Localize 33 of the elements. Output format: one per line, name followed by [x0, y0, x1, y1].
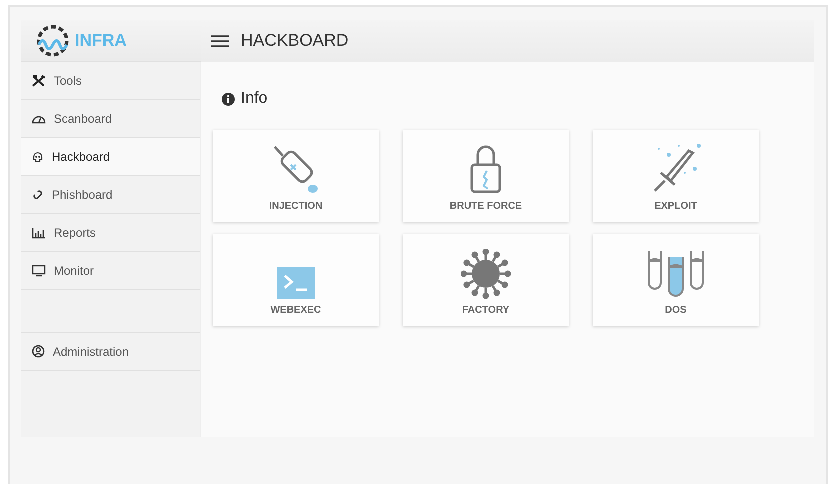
sidebar-item[interactable]: Phishboard	[21, 176, 200, 214]
sidebar-item[interactable]: Tools	[21, 62, 200, 100]
terminal-icon	[277, 267, 315, 299]
info-icon	[222, 92, 235, 106]
tool-card[interactable]: DOS	[593, 234, 759, 326]
skull-icon	[32, 150, 44, 162]
section-title: Info	[241, 90, 268, 108]
padlock-icon	[469, 145, 503, 195]
card-label: INJECTION	[269, 201, 323, 212]
card-label: BRUTE FORCE	[450, 201, 522, 212]
card-label: FACTORY	[462, 305, 510, 316]
page-title: HACKBOARD	[241, 31, 349, 51]
monitor-icon	[32, 264, 46, 276]
logo-text: INFRA	[75, 30, 127, 50]
tools-icon	[32, 74, 46, 86]
tool-card[interactable]: INJECTION	[213, 130, 379, 222]
sidebar-item[interactable]: Monitor	[21, 252, 200, 290]
tool-card[interactable]: WEBEXEC	[213, 234, 379, 326]
sidebar-item[interactable]: Reports	[21, 214, 200, 252]
sidebar-item[interactable]: Hackboard	[21, 138, 200, 176]
tool-card[interactable]: EXPLOIT	[593, 130, 759, 222]
virus-icon	[461, 249, 511, 299]
tool-card[interactable]: BRUTE FORCE	[403, 130, 569, 222]
sidebar-item[interactable]: Administration	[21, 333, 200, 371]
card-label: DOS	[665, 305, 687, 316]
menu-icon[interactable]	[211, 34, 229, 48]
bar-chart-icon	[32, 226, 46, 238]
syringe-icon	[271, 145, 321, 195]
card-label: EXPLOIT	[654, 201, 698, 212]
logo-icon	[35, 24, 71, 56]
card-label: WEBEXEC	[270, 305, 322, 316]
user-circle-icon	[32, 345, 45, 358]
tool-card[interactable]: FACTORY	[403, 234, 569, 326]
